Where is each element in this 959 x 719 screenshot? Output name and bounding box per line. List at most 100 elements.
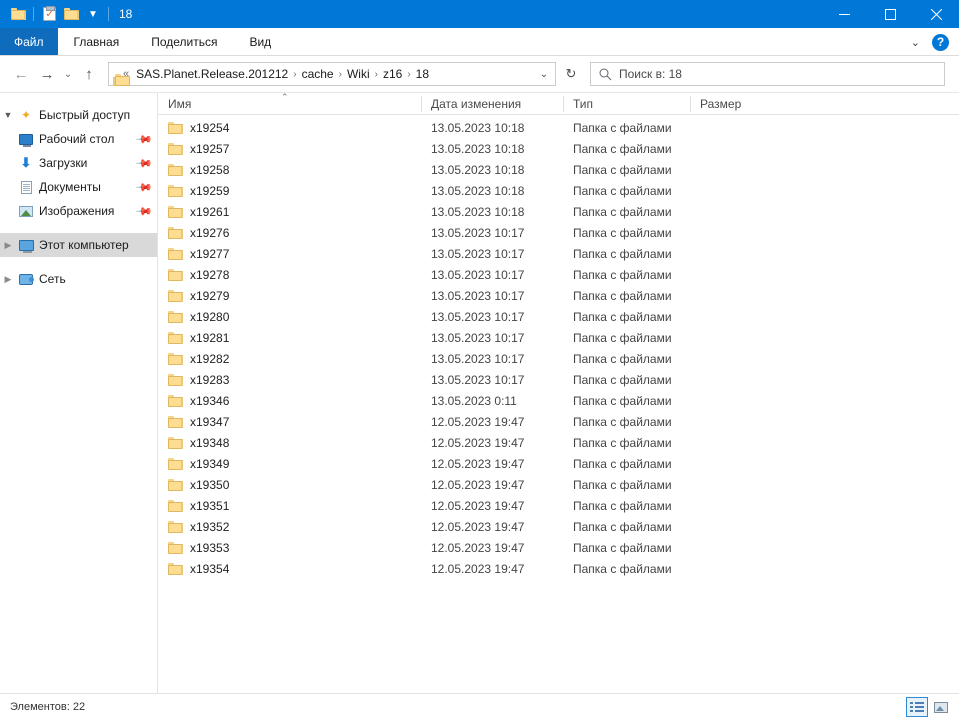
forward-button[interactable]: → — [34, 61, 60, 87]
folder-icon — [168, 499, 183, 512]
chevron-down-icon[interactable]: ⌄ — [905, 36, 926, 49]
table-row[interactable]: x19352 12.05.2023 19:47 Папка с файлами — [158, 516, 959, 537]
table-row[interactable]: x19278 13.05.2023 10:17 Папка с файлами — [158, 264, 959, 285]
table-row[interactable]: x19280 13.05.2023 10:17 Папка с файлами — [158, 306, 959, 327]
file-name-cell: x19283 — [158, 373, 421, 387]
close-button[interactable] — [913, 0, 959, 28]
file-modified-cell: 12.05.2023 19:47 — [431, 477, 525, 492]
table-row[interactable]: x19257 13.05.2023 10:18 Папка с файлами — [158, 138, 959, 159]
maximize-button[interactable] — [867, 0, 913, 28]
sidebar-item-documents[interactable]: Документы 📌 — [0, 175, 157, 199]
large-icons-view-button[interactable] — [930, 697, 952, 717]
breadcrumb-item-2[interactable]: Wiki — [343, 65, 374, 83]
network-icon — [16, 273, 36, 285]
file-type-cell: Папка с файлами — [573, 351, 672, 366]
table-row[interactable]: x19254 13.05.2023 10:18 Папка с файлами — [158, 117, 959, 138]
recent-locations-button[interactable]: ⌄ — [60, 61, 76, 87]
table-row[interactable]: x19282 13.05.2023 10:17 Папка с файлами — [158, 348, 959, 369]
chevron-right-icon[interactable]: ▶ — [0, 240, 16, 251]
table-row[interactable]: x19348 12.05.2023 19:47 Папка с файлами — [158, 432, 959, 453]
table-row[interactable]: x19283 13.05.2023 10:17 Папка с файлами — [158, 369, 959, 390]
pin-icon[interactable]: 📌 — [135, 130, 154, 148]
breadcrumb-item-1[interactable]: cache — [298, 65, 338, 83]
sidebar-item-this-pc[interactable]: ▶ Этот компьютер — [0, 233, 157, 257]
pin-icon[interactable]: 📌 — [135, 202, 154, 220]
pin-icon[interactable]: 📌 — [135, 154, 154, 172]
table-row[interactable]: x19259 13.05.2023 10:18 Папка с файлами — [158, 180, 959, 201]
downloads-icon: ⬇ — [20, 155, 32, 170]
search-input[interactable]: Поиск в: 18 — [619, 67, 682, 81]
column-header-type[interactable]: Тип — [563, 93, 690, 115]
refresh-button[interactable]: ↻ — [556, 62, 586, 86]
new-folder-icon[interactable] — [60, 3, 82, 25]
table-row[interactable]: x19279 13.05.2023 10:17 Папка с файлами — [158, 285, 959, 306]
address-dropdown-icon[interactable]: ⌄ — [535, 69, 553, 80]
folder-icon — [168, 352, 183, 365]
address-bar[interactable]: « SAS.Planet.Release.201212 › cache › Wi… — [108, 62, 556, 86]
back-button[interactable]: ← — [8, 61, 34, 87]
table-row[interactable]: x19349 12.05.2023 19:47 Папка с файлами — [158, 453, 959, 474]
table-row[interactable]: x19354 12.05.2023 19:47 Папка с файлами — [158, 558, 959, 579]
sidebar-item-desktop[interactable]: Рабочий стол 📌 — [0, 127, 157, 151]
search-box[interactable]: Поиск в: 18 — [590, 62, 945, 86]
table-row[interactable]: x19277 13.05.2023 10:17 Папка с файлами — [158, 243, 959, 264]
file-type-cell: Папка с файлами — [573, 162, 672, 177]
navigation-pane: ▼ ✦ Быстрый доступ Рабочий стол 📌 ⬇ Загр… — [0, 93, 158, 693]
help-icon[interactable]: ? — [932, 33, 949, 51]
column-header-date[interactable]: Дата изменения — [421, 93, 563, 115]
table-row[interactable]: x19353 12.05.2023 19:47 Папка с файлами — [158, 537, 959, 558]
sidebar-item-label: Изображения — [39, 204, 115, 218]
column-label: Имя — [168, 97, 192, 111]
tab-share[interactable]: Поделиться — [135, 28, 233, 55]
column-header-name[interactable]: Имя ⌃ — [158, 92, 421, 115]
ribbon-right-controls: ⌄ ? — [905, 28, 955, 56]
desktop-icon — [16, 133, 36, 147]
sidebar-item-label: Рабочий стол — [39, 132, 115, 146]
sidebar-item-network[interactable]: ▶ Сеть — [0, 267, 157, 291]
sidebar-item-label: Документы — [39, 180, 101, 194]
details-view-button[interactable] — [906, 697, 928, 717]
file-name-cell: x19276 — [158, 226, 421, 240]
file-name-label: x19282 — [190, 351, 230, 366]
breadcrumb-item-4[interactable]: 18 — [412, 65, 433, 83]
file-modified-cell: 12.05.2023 19:47 — [431, 456, 525, 471]
sidebar-item-pictures[interactable]: Изображения 📌 — [0, 199, 157, 223]
folder-icon[interactable] — [7, 3, 29, 25]
table-row[interactable]: x19347 12.05.2023 19:47 Папка с файлами — [158, 411, 959, 432]
minimize-button[interactable] — [821, 0, 867, 28]
file-name-cell: x19347 — [158, 415, 421, 429]
file-type-cell: Папка с файлами — [573, 246, 672, 261]
chevron-down-icon[interactable]: ▼ — [0, 110, 16, 120]
tab-file[interactable]: Файл — [0, 28, 58, 55]
toolbar-divider — [33, 7, 34, 21]
tab-home[interactable]: Главная — [58, 28, 136, 55]
table-row[interactable]: x19350 12.05.2023 19:47 Папка с файлами — [158, 474, 959, 495]
chevron-right-icon[interactable]: ▶ — [0, 274, 16, 285]
table-row[interactable]: x19281 13.05.2023 10:17 Папка с файлами — [158, 327, 959, 348]
file-name-cell: x19352 — [158, 520, 421, 534]
file-name-label: x19276 — [190, 225, 230, 240]
up-button[interactable]: ↑ — [76, 61, 102, 87]
file-modified-cell: 13.05.2023 10:18 — [431, 120, 525, 135]
breadcrumb-item-3[interactable]: z16 — [379, 65, 406, 83]
file-name-label: x19347 — [190, 414, 230, 429]
column-header-size[interactable]: Размер — [690, 93, 768, 115]
file-name-cell: x19282 — [158, 352, 421, 366]
sidebar-item-downloads[interactable]: ⬇ Загрузки 📌 — [0, 151, 157, 175]
title-bar: ✓ ▼ 18 — [0, 0, 959, 28]
sidebar-item-quick-access[interactable]: ▼ ✦ Быстрый доступ — [0, 103, 157, 127]
chevron-down-icon[interactable]: ▼ — [82, 3, 104, 25]
breadcrumb-item-0[interactable]: SAS.Planet.Release.201212 — [132, 65, 292, 83]
table-row[interactable]: x19261 13.05.2023 10:18 Папка с файлами — [158, 201, 959, 222]
file-type-cell: Папка с файлами — [573, 519, 672, 534]
properties-icon[interactable]: ✓ — [38, 3, 60, 25]
table-row[interactable]: x19351 12.05.2023 19:47 Папка с файлами — [158, 495, 959, 516]
pin-icon[interactable]: 📌 — [135, 178, 154, 196]
file-modified-cell: 13.05.2023 10:18 — [431, 162, 525, 177]
table-row[interactable]: x19346 13.05.2023 0:11 Папка с файлами — [158, 390, 959, 411]
table-row[interactable]: x19258 13.05.2023 10:18 Папка с файлами — [158, 159, 959, 180]
tab-view[interactable]: Вид — [233, 28, 287, 55]
table-row[interactable]: x19276 13.05.2023 10:17 Папка с файлами — [158, 222, 959, 243]
file-name-label: x19354 — [190, 561, 230, 576]
file-name-cell: x19277 — [158, 247, 421, 261]
